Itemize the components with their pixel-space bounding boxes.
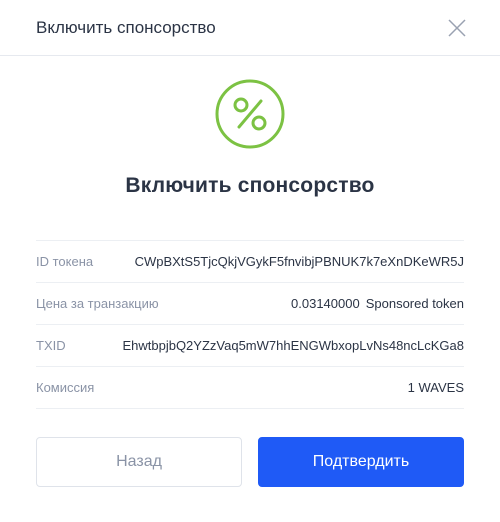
fee-value: 1 WAVES (407, 380, 464, 395)
token-id-value: CWpBXtS5TjcQkjVGykF5fnvibjPBNUK7k7eXnDKe… (134, 254, 464, 269)
detail-label: Цена за транзакцию (36, 296, 159, 311)
price-unit: Sponsored token (365, 296, 464, 311)
txid-value: EhwtbpjbQ2YZzVaq5mW7hhENGWbxopLvNs48ncLc… (122, 338, 464, 353)
percent-icon (214, 78, 286, 150)
detail-row-fee: Комиссия 1 WAVES (36, 367, 464, 409)
modal-actions: Назад Подтвердить (36, 437, 464, 487)
hero: Включить спонсорство (0, 56, 500, 198)
price-amount: 0.03140000 (291, 296, 360, 311)
sponsorship-modal: Включить спонсорство Включить спонсорств… (0, 0, 500, 522)
detail-label: TXID (36, 338, 66, 353)
close-icon[interactable] (448, 18, 466, 37)
modal-title: Включить спонсорство (36, 17, 216, 37)
details-list: ID токена CWpBXtS5TjcQkjVGykF5fnvibjPBNU… (36, 240, 464, 409)
modal-header: Включить спонсорство (0, 0, 500, 56)
back-button[interactable]: Назад (36, 437, 242, 487)
detail-label: Комиссия (36, 380, 95, 395)
detail-label: ID токена (36, 254, 94, 269)
price-value: 0.03140000 Sponsored token (291, 296, 464, 311)
confirm-button[interactable]: Подтвердить (258, 437, 464, 487)
detail-row-price: Цена за транзакцию 0.03140000 Sponsored t… (36, 283, 464, 325)
hero-title: Включить спонсорство (125, 174, 375, 197)
detail-row-txid: TXID EhwtbpjbQ2YZzVaq5mW7hhENGWbxopLvNs4… (36, 325, 464, 367)
detail-row-token-id: ID токена CWpBXtS5TjcQkjVGykF5fnvibjPBNU… (36, 241, 464, 283)
